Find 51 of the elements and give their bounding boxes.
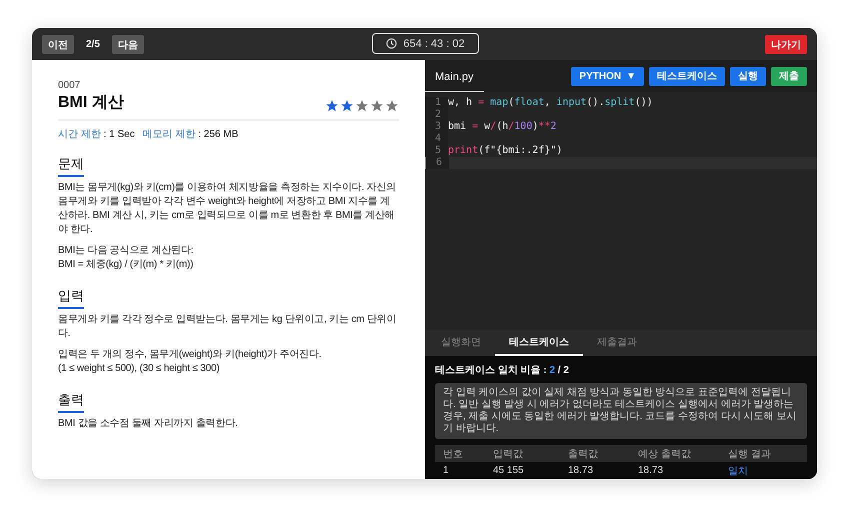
section-paragraph: BMI 값을 소수점 둘째 자리까지 출력한다. — [58, 417, 239, 431]
problem-number: 0007 — [58, 80, 82, 91]
table-cell-text: 18.73 — [568, 465, 594, 476]
section-paragraph: BMI는 몸무게(kg)와 키(cm)를 이용하여 체지방율을 측정하는 지수이다. 자신의 몸무게와 키를 입력받아 각각 변수 weight와 height에 저장하고 BMI 지수를 계산하라. BMI 계산 시, 키는 cm로 입력되므로 이를 m로 변환한 후 BMI를 계산해야 한다. — [58, 181, 398, 237]
timer-text: 654 : 43 : 02 — [403, 38, 465, 50]
line-number: 3 — [425, 121, 448, 133]
problem-title: BMI 계산 — [58, 93, 124, 113]
line-number: 2 — [425, 109, 448, 121]
section-heading: 출력 — [58, 391, 84, 413]
line-number: 5 — [425, 145, 448, 157]
section-paragraph: BMI는 다음 공식으로 계산된다: BMI = 체중(kg) / (키(m) * 키(m)) — [58, 244, 194, 272]
notice-box: 각 입력 케이스의 값이 실제 채점 방식과 동일한 방식으로 표준입력에 전달됩니다. 일반 실행 발생 시 에러가 없더라도 테스트케이스 실행에서 에러가 발생하는 경우, 제출 시에도 동일한 에러가 발생합니다. 코드를 수정하여 다시 시도해 보시기 바랍니다. — [435, 383, 807, 439]
column-header: 입력값 — [493, 448, 524, 460]
action-button[interactable]: 실행 — [730, 66, 766, 86]
table-cell-text: 18.73 — [638, 465, 664, 476]
submit-button[interactable]: 제출 — [771, 66, 807, 86]
match-ratio: 테스트케이스 일치 비율 : 2 / 2 — [435, 364, 570, 377]
code-line: print(f"{bmi:.2f}") — [448, 145, 562, 157]
star-icon — [325, 99, 339, 113]
line-number: 6 — [426, 157, 449, 169]
line-number: 1 — [425, 97, 448, 109]
line-number: 4 — [425, 133, 448, 145]
section-paragraph: 입력은 두 개의 정수, 몸무게(weight)와 키(height)가 주어진다. (1 ≤ weight ≤ 500), (30 ≤ height ≤ 300) — [58, 348, 322, 376]
section-paragraph: 몸무게와 키를 각각 정수로 입력받는다. 몸무게는 kg 단위이고, 키는 cm 단위이다. — [58, 313, 398, 341]
next-button[interactable]: 다음 — [112, 34, 144, 54]
column-header: 예상 출력값 — [638, 448, 692, 460]
exit-button[interactable]: 나가기 — [765, 34, 807, 54]
column-header: 출력값 — [568, 448, 599, 460]
code-editor[interactable]: 1 w, h = map(float, input().split()) 2 3 bmi = w/(h/100)**2 4 5 print(f"{bmi:.2f}") 6 — [425, 92, 817, 330]
clock-icon — [386, 38, 398, 49]
table-cell-text: 45 155 — [493, 465, 525, 476]
star-icon — [370, 99, 384, 113]
previous-button[interactable]: 이전 — [42, 34, 74, 54]
action-button[interactable]: 테스트케이스 — [649, 66, 725, 86]
code-line: w, h = map(float, input().split()) — [448, 97, 653, 109]
column-header: 번호 — [443, 448, 464, 460]
star-icon — [385, 99, 399, 113]
limit-text: 메모리 제한 : 256 MB — [142, 128, 238, 141]
section-heading: 입력 — [58, 287, 84, 309]
result-tab[interactable]: 제출결과 — [583, 330, 651, 356]
star-icon — [340, 99, 354, 113]
table-cell-text: 일치 — [728, 464, 749, 478]
star-icon — [355, 99, 369, 113]
limit-text: 시간 제한 : 1 Sec — [58, 128, 135, 141]
column-header: 실행 결과 — [728, 448, 772, 460]
result-tab[interactable]: 실행화면 — [427, 330, 495, 356]
table-cell-text: 1 — [443, 465, 450, 476]
page-counter: 2/5 — [86, 38, 100, 50]
section-heading: 문제 — [58, 155, 84, 177]
language-dropdown[interactable]: PYTHON ▼ — [571, 66, 644, 86]
code-line: bmi = w/(h/100)**2 — [448, 121, 556, 133]
